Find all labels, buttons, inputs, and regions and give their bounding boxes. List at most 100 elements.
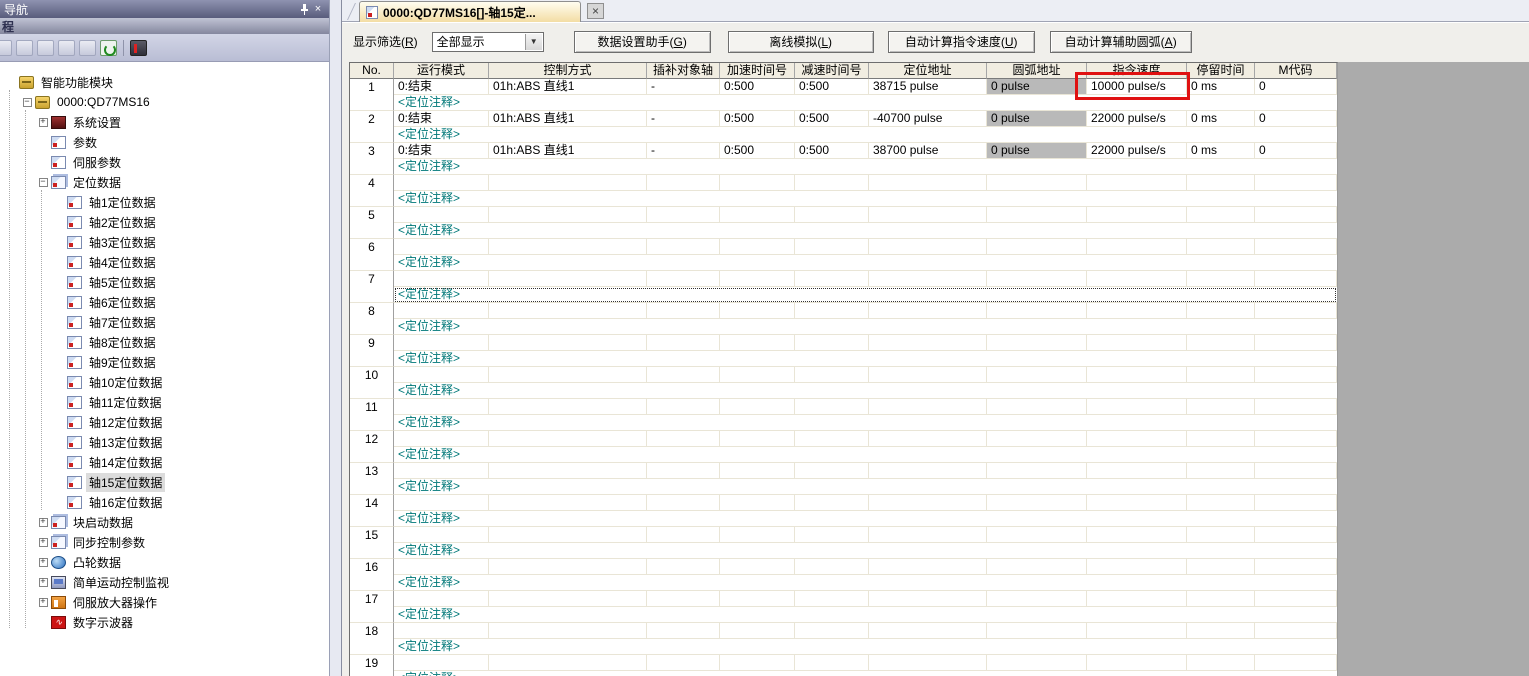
data-cell[interactable]: 0: [1255, 79, 1337, 95]
data-cell[interactable]: 0:500: [795, 111, 869, 127]
data-cell[interactable]: [987, 367, 1087, 383]
tree-item[interactable]: −0000:QD77MS16: [0, 92, 328, 112]
data-cell[interactable]: [795, 527, 869, 543]
expand-plus-icon[interactable]: +: [36, 115, 50, 129]
data-cell[interactable]: [869, 335, 987, 351]
data-cell[interactable]: 0:结束: [394, 79, 489, 95]
data-cell[interactable]: [987, 303, 1087, 319]
data-cell[interactable]: [647, 399, 720, 415]
data-cell[interactable]: [489, 655, 647, 671]
data-cell[interactable]: 0:结束: [394, 111, 489, 127]
data-cell[interactable]: [394, 399, 489, 415]
data-cell[interactable]: [1187, 431, 1255, 447]
data-cell[interactable]: [489, 175, 647, 191]
tree-item[interactable]: 轴14定位数据: [0, 452, 328, 472]
auto-calc-auxiliary-arc-button[interactable]: 自动计算辅助圆弧(A): [1050, 31, 1192, 53]
positioning-comment-cell[interactable]: <定位注释>: [394, 447, 1337, 463]
data-cell[interactable]: [394, 591, 489, 607]
data-cell[interactable]: [647, 559, 720, 575]
tree-item[interactable]: 轴9定位数据: [0, 352, 328, 372]
data-cell[interactable]: [987, 175, 1087, 191]
positioning-comment-cell[interactable]: <定位注释>: [394, 287, 1337, 303]
row-number-cell[interactable]: 16: [350, 559, 394, 591]
data-cell[interactable]: [1187, 463, 1255, 479]
expander-box[interactable]: +: [39, 518, 48, 527]
data-cell[interactable]: [647, 431, 720, 447]
data-cell[interactable]: [795, 271, 869, 287]
data-cell[interactable]: [489, 399, 647, 415]
data-cell[interactable]: [1087, 367, 1187, 383]
data-cell[interactable]: [869, 623, 987, 639]
data-cell[interactable]: [720, 335, 795, 351]
data-cell[interactable]: [1087, 559, 1187, 575]
tab-axis15-positioning-data[interactable]: 0000:QD77MS16[]-轴15定...: [359, 1, 581, 22]
data-cell[interactable]: [987, 463, 1087, 479]
data-cell[interactable]: [489, 495, 647, 511]
tree-item[interactable]: 轴7定位数据: [0, 312, 328, 332]
data-cell[interactable]: [1087, 495, 1187, 511]
data-cell[interactable]: [1187, 367, 1255, 383]
data-cell[interactable]: [1087, 335, 1187, 351]
data-cell[interactable]: 10000 pulse/s: [1087, 79, 1187, 95]
data-cell[interactable]: [869, 207, 987, 223]
data-cell[interactable]: -: [647, 79, 720, 95]
data-cell[interactable]: [647, 623, 720, 639]
data-cell[interactable]: [795, 591, 869, 607]
tree-item[interactable]: 轴6定位数据: [0, 292, 328, 312]
row-number-cell[interactable]: 4: [350, 175, 394, 207]
data-cell[interactable]: [1255, 175, 1337, 191]
data-cell[interactable]: [1187, 527, 1255, 543]
data-cell[interactable]: 0:500: [720, 143, 795, 159]
tree-item[interactable]: 参数: [0, 132, 328, 152]
sort-icon[interactable]: [0, 40, 12, 56]
data-cell[interactable]: [394, 271, 489, 287]
data-cell[interactable]: [394, 367, 489, 383]
close-icon[interactable]: ×: [311, 3, 325, 15]
expander-box[interactable]: −: [23, 98, 32, 107]
tree-item[interactable]: +块启动数据: [0, 512, 328, 532]
data-cell[interactable]: [869, 463, 987, 479]
data-cell[interactable]: [489, 271, 647, 287]
data-cell[interactable]: [795, 431, 869, 447]
data-cell[interactable]: [1255, 527, 1337, 543]
expand-plus-icon[interactable]: +: [36, 575, 50, 589]
tree-item[interactable]: 轴11定位数据: [0, 392, 328, 412]
positioning-comment-cell[interactable]: <定位注释>: [394, 255, 1337, 271]
data-cell[interactable]: [647, 175, 720, 191]
data-cell[interactable]: [1255, 239, 1337, 255]
data-cell[interactable]: [647, 527, 720, 543]
data-cell[interactable]: [489, 463, 647, 479]
expand-plus-icon[interactable]: +: [36, 555, 50, 569]
data-cell[interactable]: [394, 431, 489, 447]
data-cell[interactable]: [394, 239, 489, 255]
data-cell[interactable]: [1187, 591, 1255, 607]
positioning-comment-cell[interactable]: <定位注释>: [394, 639, 1337, 655]
data-cell[interactable]: [489, 527, 647, 543]
data-cell[interactable]: [1187, 207, 1255, 223]
data-cell[interactable]: 0 ms: [1187, 79, 1255, 95]
data-cell[interactable]: [795, 623, 869, 639]
data-cell[interactable]: [795, 495, 869, 511]
positioning-comment-cell[interactable]: <定位注释>: [394, 223, 1337, 239]
data-cell[interactable]: [720, 495, 795, 511]
data-cell[interactable]: [1187, 623, 1255, 639]
positioning-comment-cell[interactable]: <定位注释>: [394, 351, 1337, 367]
tree-item[interactable]: 伺服参数: [0, 152, 328, 172]
data-cell[interactable]: 01h:ABS 直线1: [489, 143, 647, 159]
positioning-comment-cell[interactable]: <定位注释>: [394, 671, 1337, 676]
data-cell[interactable]: [1255, 623, 1337, 639]
data-cell[interactable]: [869, 399, 987, 415]
data-cell[interactable]: [1255, 303, 1337, 319]
data-cell[interactable]: [720, 239, 795, 255]
data-cell[interactable]: [795, 559, 869, 575]
data-cell[interactable]: [1087, 431, 1187, 447]
data-cell[interactable]: [1087, 527, 1187, 543]
data-cell[interactable]: [647, 335, 720, 351]
row-number-cell[interactable]: 17: [350, 591, 394, 623]
data-cell[interactable]: [1255, 399, 1337, 415]
data-cell[interactable]: [869, 271, 987, 287]
positioning-comment-cell[interactable]: <定位注释>: [394, 511, 1337, 527]
positioning-comment-cell[interactable]: <定位注释>: [394, 543, 1337, 559]
data-cell[interactable]: 01h:ABS 直线1: [489, 79, 647, 95]
row-number-cell[interactable]: 1: [350, 79, 394, 111]
